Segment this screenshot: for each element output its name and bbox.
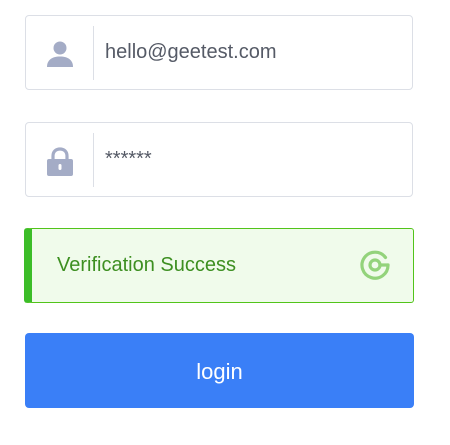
password-divider (93, 133, 94, 187)
password-input[interactable] (105, 123, 405, 196)
captcha-verify-box[interactable]: Verification Success (24, 228, 414, 303)
login-button[interactable]: login (25, 333, 414, 408)
lock-icon (47, 147, 73, 176)
email-input[interactable] (105, 16, 405, 89)
email-field[interactable] (25, 15, 413, 90)
geetest-logo-icon (360, 250, 390, 280)
email-divider (93, 26, 94, 80)
email-icon-box (26, 16, 94, 89)
captcha-status-text: Verification Success (57, 254, 236, 276)
password-field[interactable] (25, 122, 413, 197)
password-icon-box (26, 123, 94, 196)
user-icon (47, 41, 73, 67)
